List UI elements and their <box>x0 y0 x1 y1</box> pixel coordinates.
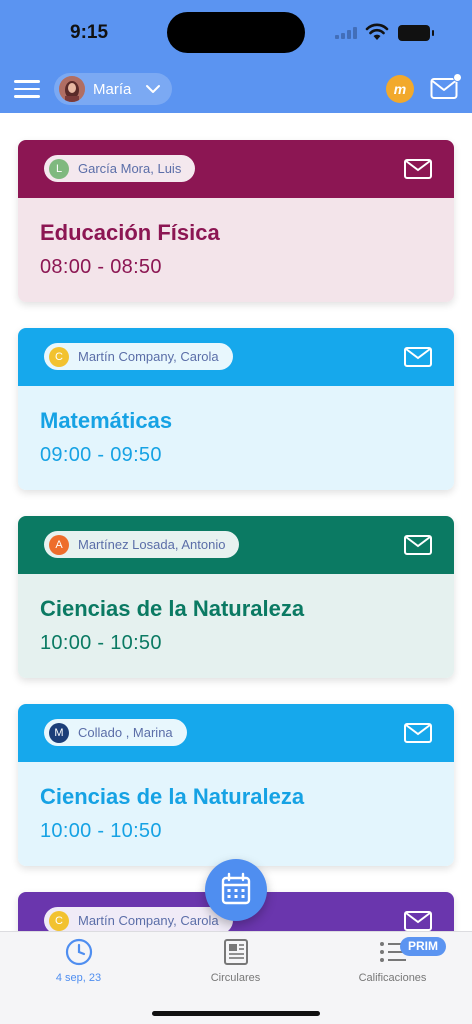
tab-calificaciones-label: Calificaciones <box>358 972 427 984</box>
class-card-header: L García Mora, Luis <box>18 140 454 198</box>
tab-calificaciones[interactable]: Calificaciones <box>314 932 471 992</box>
tab-agenda-label: 4 sep, 23 <box>55 972 102 984</box>
subject-title: Matemáticas <box>40 408 173 433</box>
wifi-icon <box>365 23 389 40</box>
teacher-chip[interactable]: C Martín Company, Carola <box>44 343 233 370</box>
teacher-initial: C <box>49 910 69 931</box>
tab-bar: 4 sep, 23 Circulares Calificaciones PRIM <box>0 931 472 1024</box>
app-header: María m <box>0 60 472 113</box>
teacher-name: Collado , Marina <box>78 725 173 740</box>
teacher-chip[interactable]: M Collado , Marina <box>44 719 187 746</box>
mail-icon[interactable] <box>404 159 432 179</box>
class-time: 08:00 - 08:50 <box>40 256 162 278</box>
tab-agenda[interactable]: 4 sep, 23 <box>0 932 157 992</box>
class-time: 10:00 - 10:50 <box>40 632 162 654</box>
class-card[interactable]: M Collado , Marina Ciencias de la Natura… <box>18 704 454 866</box>
teacher-name: García Mora, Luis <box>78 161 182 176</box>
teacher-name: Martínez Losada, Antonio <box>78 537 226 552</box>
dynamic-island <box>167 12 305 53</box>
class-card-body: Matemáticas 09:00 - 09:50 <box>18 386 454 490</box>
status-time: 9:15 <box>70 22 109 43</box>
teacher-initial: L <box>49 158 69 179</box>
chevron-down-icon <box>146 85 160 93</box>
class-card-body: Ciencias de la Naturaleza 10:00 - 10:50 <box>18 762 454 866</box>
profile-name: María <box>93 81 132 98</box>
profile-selector[interactable]: María <box>54 73 172 105</box>
calendar-icon <box>221 872 251 905</box>
prim-badge: PRIM <box>400 937 446 956</box>
teacher-initial: C <box>49 346 69 367</box>
battery-icon <box>398 25 434 41</box>
menu-icon[interactable] <box>14 80 40 98</box>
subject-title: Ciencias de la Naturaleza <box>40 596 305 621</box>
class-card-body: Educación Física 08:00 - 08:50 <box>18 198 454 302</box>
class-time: 10:00 - 10:50 <box>40 820 162 842</box>
mail-icon[interactable] <box>430 73 462 100</box>
mail-icon[interactable] <box>404 535 432 555</box>
teacher-name: Martín Company, Carola <box>78 349 219 364</box>
subject-title: Ciencias de la Naturaleza <box>40 784 305 809</box>
class-card[interactable]: L García Mora, Luis Educación Física 08:… <box>18 140 454 302</box>
subject-title: Educación Física <box>40 220 220 245</box>
notification-dot <box>453 73 462 82</box>
class-card-header: A Martínez Losada, Antonio <box>18 516 454 574</box>
teacher-chip[interactable]: A Martínez Losada, Antonio <box>44 531 240 558</box>
newspaper-icon <box>224 939 248 965</box>
mail-icon[interactable] <box>404 723 432 743</box>
signal-icon <box>335 27 359 39</box>
avatar <box>59 76 85 102</box>
class-card[interactable]: A Martínez Losada, Antonio Ciencias de l… <box>18 516 454 678</box>
teacher-chip[interactable]: L García Mora, Luis <box>44 155 196 182</box>
clock-icon <box>65 938 93 966</box>
class-card-body: Ciencias de la Naturaleza 10:00 - 10:50 <box>18 574 454 678</box>
mail-icon[interactable] <box>404 347 432 367</box>
tab-circulares-label: Circulares <box>210 972 261 984</box>
class-card[interactable]: C Martín Company, Carola Matemáticas 09:… <box>18 328 454 490</box>
class-card-header: C Martín Company, Carola <box>18 328 454 386</box>
mail-icon[interactable] <box>404 911 432 931</box>
home-indicator <box>152 1011 320 1016</box>
class-schedule-list: L García Mora, Luis Educación Física 08:… <box>0 113 472 931</box>
app-logo-icon[interactable]: m <box>386 75 414 103</box>
class-time: 09:00 - 09:50 <box>40 444 162 466</box>
class-card-header: M Collado , Marina <box>18 704 454 762</box>
teacher-name: Martín Company, Carola <box>78 913 219 928</box>
teacher-initial: A <box>49 534 69 555</box>
tab-circulares[interactable]: Circulares <box>157 932 314 992</box>
calendar-button[interactable] <box>205 859 267 921</box>
status-bar: 9:15 <box>0 0 472 60</box>
teacher-initial: M <box>49 722 69 743</box>
